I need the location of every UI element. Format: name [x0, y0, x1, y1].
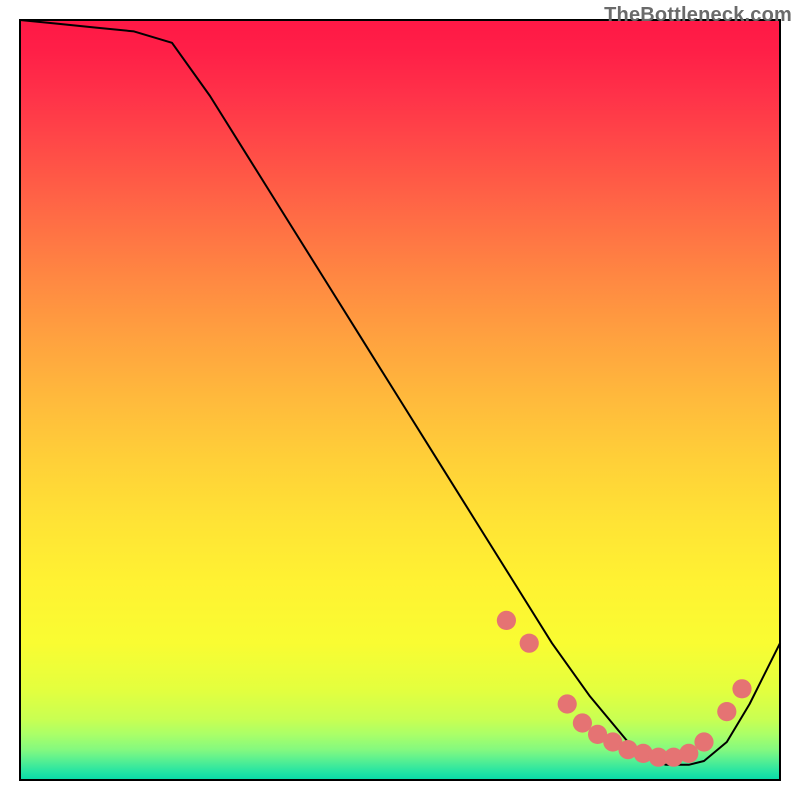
curve-marker — [497, 611, 516, 630]
curve-marker — [694, 732, 713, 751]
curve-marker — [520, 634, 539, 653]
curve-marker — [717, 702, 736, 721]
curve-marker — [679, 744, 698, 763]
curve-marker — [558, 694, 577, 713]
chart-container: TheBottleneck.com — [0, 0, 800, 800]
curve-marker — [573, 713, 592, 732]
bottleneck-curve-chart — [0, 0, 800, 800]
watermark-text: TheBottleneck.com — [604, 4, 792, 27]
curve-marker — [732, 679, 751, 698]
